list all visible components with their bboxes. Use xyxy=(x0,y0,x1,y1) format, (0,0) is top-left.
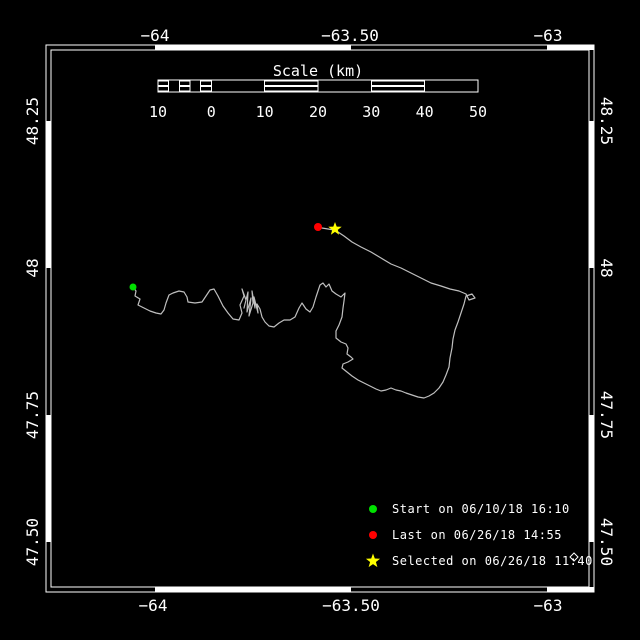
legend-selected-label: Selected on 06/26/18 11:40 xyxy=(392,554,593,568)
left-tick-label: 47.75 xyxy=(23,391,42,439)
border-box-left xyxy=(46,415,51,542)
legend-start-label: Start on 06/10/18 16:10 xyxy=(392,502,570,516)
legend-last-dot-icon xyxy=(369,531,377,539)
map-plot: −64 −63.50 −63 −64 −63.50 −63 48.25 48 4… xyxy=(0,0,640,640)
legend-last-label: Last on 06/26/18 14:55 xyxy=(392,528,562,542)
bottom-tick-label: −64 xyxy=(139,596,168,615)
top-tick-label: −63 xyxy=(534,26,563,45)
border-box-right xyxy=(589,121,594,268)
top-tick-label: −63.50 xyxy=(321,26,379,45)
last-marker[interactable] xyxy=(314,223,322,231)
border-box-top xyxy=(547,45,594,50)
border-box-right xyxy=(589,415,594,542)
bottom-tick-label: −63.50 xyxy=(322,596,380,615)
left-tick-label: 48.25 xyxy=(23,97,42,145)
plot-window: −64 −63.50 −63 −64 −63.50 −63 48.25 48 4… xyxy=(0,0,640,640)
legend: Start on 06/10/18 16:10 Last on 06/26/18… xyxy=(366,502,593,568)
bottom-tick-label: −63 xyxy=(534,596,563,615)
legend-start-dot-icon xyxy=(369,505,377,513)
left-tick-label: 47.50 xyxy=(23,518,42,566)
right-tick-label: 47.75 xyxy=(597,391,616,439)
border-box-left xyxy=(46,121,51,268)
top-tick-label: −64 xyxy=(141,26,170,45)
right-tick-label: 48.25 xyxy=(597,97,616,145)
border-box-top xyxy=(155,45,351,50)
start-marker[interactable] xyxy=(130,284,137,291)
left-tick-label: 48 xyxy=(23,258,42,277)
border-box-bottom xyxy=(547,587,594,592)
right-tick-label: 48 xyxy=(597,258,616,277)
right-tick-label: 47.50 xyxy=(597,518,616,566)
border-box-bottom xyxy=(155,587,351,592)
